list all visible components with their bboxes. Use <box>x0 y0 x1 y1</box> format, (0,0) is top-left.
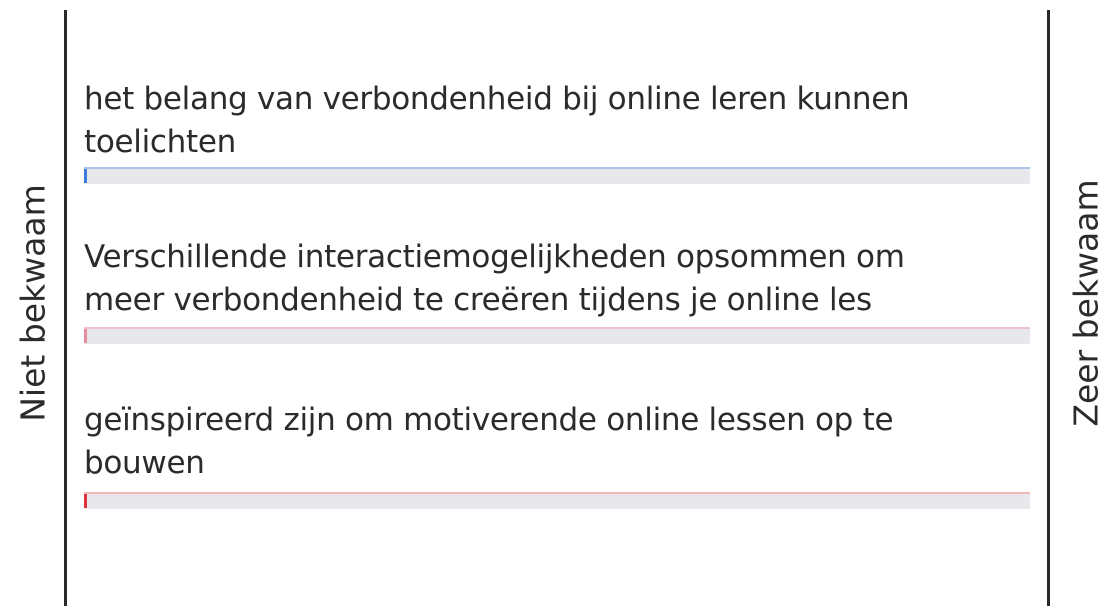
slider-handle[interactable] <box>84 329 87 343</box>
slider-handle[interactable] <box>84 169 87 183</box>
rating-slider[interactable] <box>84 327 1030 344</box>
slider-handle[interactable] <box>84 494 87 508</box>
scale-left-axis-line <box>64 10 67 606</box>
statement-item: het belang van verbondenheid bij online … <box>84 78 1030 184</box>
scale-right-axis-line <box>1047 10 1050 606</box>
statement-item: Verschillende interactiemogelijkheden op… <box>84 236 1030 344</box>
scale-left-label: Niet bekwaam <box>13 184 53 422</box>
scale-right-label: Zeer bekwaam <box>1066 179 1103 427</box>
rating-slider[interactable] <box>84 167 1030 184</box>
slider-track-top-line <box>84 492 1030 494</box>
slider-track-top-line <box>84 167 1030 169</box>
statement-text: het belang van verbondenheid bij online … <box>84 81 910 160</box>
statement-text: Verschillende interactiemogelijkheden op… <box>84 239 905 318</box>
statement-item: geïnspireerd zijn om motiverende online … <box>84 399 1030 509</box>
statement-text: geïnspireerd zijn om motiverende online … <box>84 402 894 481</box>
slider-track-top-line <box>84 327 1030 329</box>
rating-slider[interactable] <box>84 492 1030 509</box>
